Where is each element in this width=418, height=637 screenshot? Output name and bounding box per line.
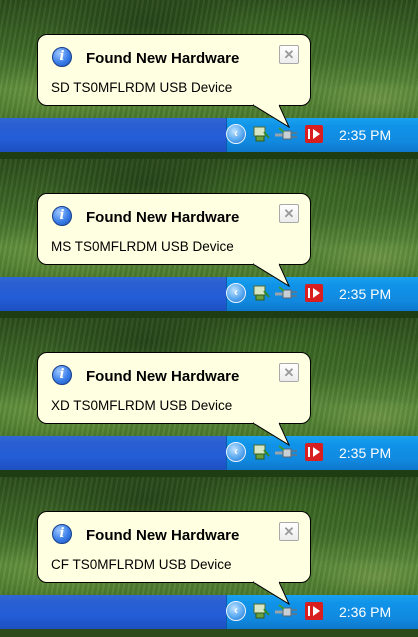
notification-balloon[interactable]: i Found New Hardware ✕ XD TS0MFLRDM USB … bbox=[37, 352, 311, 424]
info-icon: i bbox=[52, 524, 72, 544]
usb-plug-icon[interactable] bbox=[273, 442, 299, 462]
balloon-title: Found New Hardware bbox=[86, 209, 240, 226]
balloon-message: MS TS0MFLRDM USB Device bbox=[51, 239, 234, 254]
info-icon: i bbox=[52, 365, 72, 385]
panel-divider bbox=[0, 470, 418, 477]
balloon-title: Found New Hardware bbox=[86, 527, 240, 544]
taskbar-clock[interactable]: 2:35 PM bbox=[339, 127, 391, 143]
screenshot-stack: i Found New Hardware ✕ SD TS0MFLRDM USB … bbox=[0, 0, 418, 637]
close-icon[interactable]: ✕ bbox=[279, 363, 299, 382]
taskbar-clock[interactable]: 2:35 PM bbox=[339, 286, 391, 302]
media-icon[interactable] bbox=[305, 602, 323, 620]
notification-panel-xd: i Found New Hardware ✕ XD TS0MFLRDM USB … bbox=[0, 318, 418, 477]
notification-balloon[interactable]: i Found New Hardware ✕ MS TS0MFLRDM USB … bbox=[37, 193, 311, 265]
chevron-left-icon[interactable]: ‹ bbox=[226, 442, 246, 462]
balloon-title: Found New Hardware bbox=[86, 368, 240, 385]
info-icon: i bbox=[52, 206, 72, 226]
panel-divider bbox=[0, 311, 418, 318]
taskbar-clock[interactable]: 2:36 PM bbox=[339, 604, 391, 620]
notification-balloon[interactable]: i Found New Hardware ✕ SD TS0MFLRDM USB … bbox=[37, 34, 311, 106]
notification-panel-sd: i Found New Hardware ✕ SD TS0MFLRDM USB … bbox=[0, 0, 418, 159]
hardware-icon[interactable] bbox=[252, 601, 270, 621]
media-icon[interactable] bbox=[305, 125, 323, 143]
notification-balloon[interactable]: i Found New Hardware ✕ CF TS0MFLRDM USB … bbox=[37, 511, 311, 583]
close-icon[interactable]: ✕ bbox=[279, 204, 299, 223]
usb-plug-icon[interactable] bbox=[273, 601, 299, 621]
taskbar-clock[interactable]: 2:35 PM bbox=[339, 445, 391, 461]
usb-plug-icon[interactable] bbox=[273, 283, 299, 303]
chevron-left-icon[interactable]: ‹ bbox=[226, 124, 246, 144]
balloon-title: Found New Hardware bbox=[86, 50, 240, 67]
notification-panel-cf: i Found New Hardware ✕ CF TS0MFLRDM USB … bbox=[0, 477, 418, 637]
panel-divider bbox=[0, 152, 418, 159]
hardware-icon[interactable] bbox=[252, 283, 270, 303]
notification-panel-ms: i Found New Hardware ✕ MS TS0MFLRDM USB … bbox=[0, 159, 418, 318]
media-icon[interactable] bbox=[305, 443, 323, 461]
hardware-icon[interactable] bbox=[252, 442, 270, 462]
balloon-message: CF TS0MFLRDM USB Device bbox=[51, 557, 232, 572]
close-icon[interactable]: ✕ bbox=[279, 45, 299, 64]
chevron-left-icon[interactable]: ‹ bbox=[226, 283, 246, 303]
balloon-message: XD TS0MFLRDM USB Device bbox=[51, 398, 233, 413]
media-icon[interactable] bbox=[305, 284, 323, 302]
chevron-left-icon[interactable]: ‹ bbox=[226, 601, 246, 621]
balloon-message: SD TS0MFLRDM USB Device bbox=[51, 80, 233, 95]
hardware-icon[interactable] bbox=[252, 124, 270, 144]
usb-plug-icon[interactable] bbox=[273, 124, 299, 144]
close-icon[interactable]: ✕ bbox=[279, 522, 299, 541]
info-icon: i bbox=[52, 47, 72, 67]
